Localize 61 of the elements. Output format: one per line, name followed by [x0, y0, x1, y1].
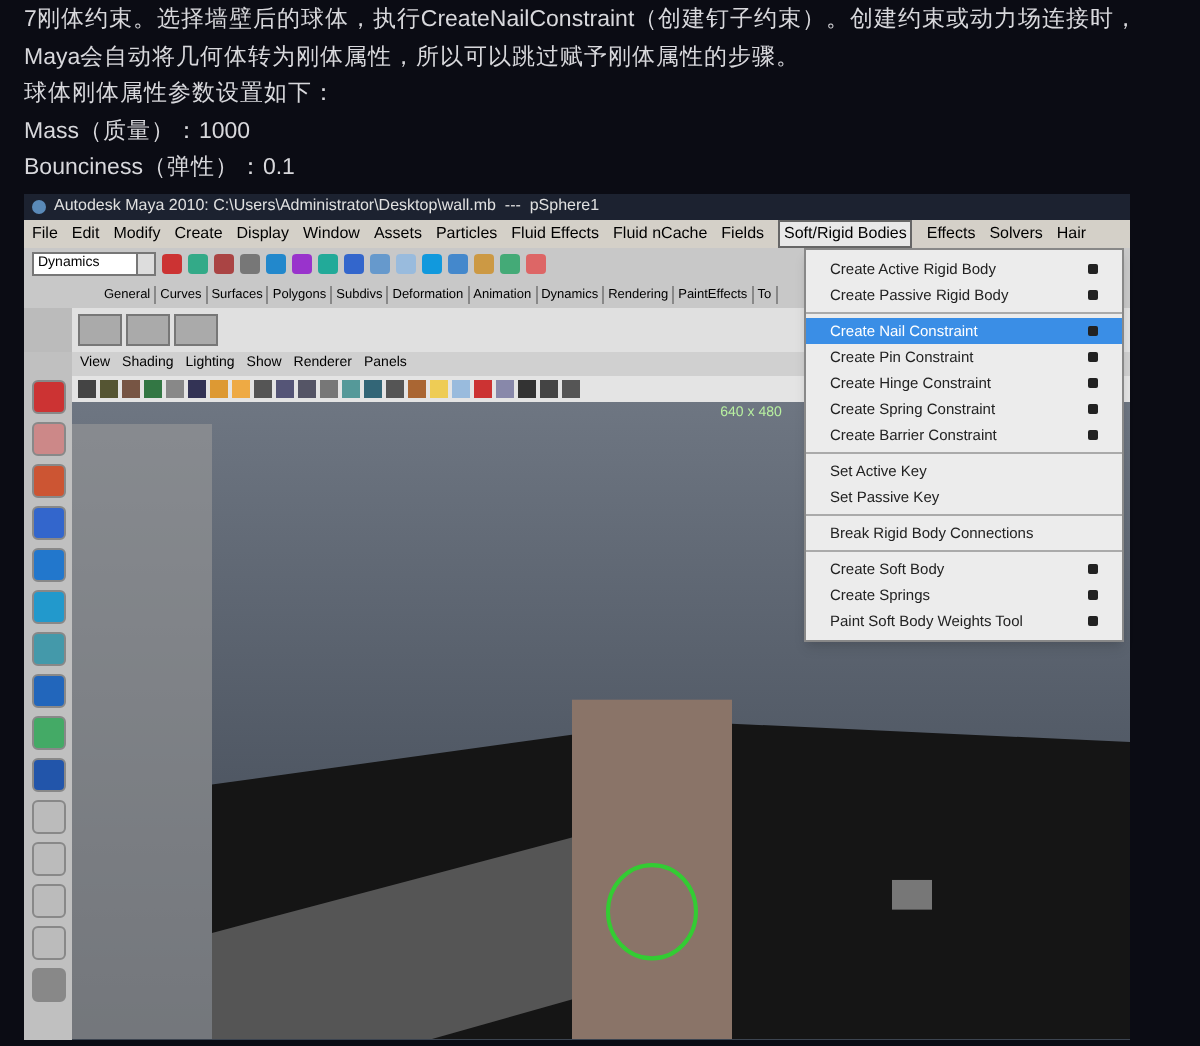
option-box-icon[interactable] — [1088, 429, 1098, 440]
menu-item[interactable]: Effects — [926, 221, 976, 246]
menu-item[interactable]: Modify — [113, 221, 161, 246]
toolbar-icon[interactable] — [214, 254, 234, 275]
toolbar-icon[interactable] — [448, 254, 468, 275]
tool-icon[interactable] — [31, 379, 65, 414]
tool-icon[interactable] — [31, 673, 65, 708]
tool-icon[interactable] — [31, 883, 65, 918]
menu-item[interactable]: Fluid Effects — [511, 221, 600, 246]
menu-item[interactable]: Window — [303, 221, 360, 246]
tool-icon[interactable] — [31, 631, 65, 666]
tool-icon[interactable] — [31, 841, 65, 876]
tool-icon[interactable] — [31, 757, 65, 792]
article-paragraph: Mass（质量）：1000 — [24, 117, 253, 148]
menu-item[interactable]: Soft/Rigid Bodies — [778, 219, 913, 248]
menu-item[interactable]: File — [32, 221, 58, 246]
option-box-icon[interactable] — [1088, 351, 1098, 362]
article-paragraph: 7刚体约束。选择墙壁后的球体，执行CreateNailConstraint（创建钉子约束）。创建约束或动力场连接时，Maya会自动将几何体转为刚体属性，所以可以跳过赋予刚体属性的步骤。 — [24, 4, 1141, 74]
toolbar-icon[interactable] — [344, 254, 364, 275]
option-box-icon[interactable] — [1088, 589, 1098, 600]
toolbar-icon[interactable] — [422, 254, 442, 275]
toolbar-icon[interactable] — [370, 254, 390, 275]
toolbar-icon[interactable] — [500, 254, 520, 275]
article-paragraph: 球体刚体属性参数设置如下： — [24, 79, 338, 111]
option-box-icon[interactable] — [1088, 263, 1098, 274]
tool-icon[interactable] — [31, 715, 65, 750]
shelf-icon[interactable] — [174, 313, 218, 346]
tool-icon[interactable] — [31, 463, 65, 498]
menu-item[interactable]: Assets — [373, 221, 422, 246]
toolbar-icon[interactable] — [188, 254, 208, 275]
article-paragraph: Bounciness（弹性）：0.1 — [24, 153, 297, 185]
tool-icon[interactable] — [31, 547, 65, 582]
tool-icon[interactable] — [31, 925, 65, 960]
tool-icon[interactable] — [31, 967, 65, 1002]
menu-item[interactable]: Fluid nCache — [613, 221, 708, 246]
menu-item[interactable]: Hair — [1056, 221, 1087, 246]
window-title: Autodesk Maya 2010: C:\Users\Administrator\Desktop\wall.mb --- pSphere1 — [54, 194, 600, 219]
option-box-icon[interactable] — [1088, 563, 1098, 574]
tool-icon[interactable] — [31, 505, 65, 540]
app-logo-icon — [32, 199, 46, 214]
shelf-icon[interactable] — [78, 313, 122, 346]
tool-icon[interactable] — [31, 421, 65, 456]
tool-icon[interactable] — [31, 799, 65, 834]
option-box-icon[interactable] — [1088, 403, 1098, 414]
option-box-icon[interactable] — [1088, 377, 1098, 388]
toolbar-icon[interactable] — [162, 254, 182, 275]
menu-item[interactable]: Edit — [71, 221, 100, 246]
toolbar-icon[interactable] — [292, 254, 312, 275]
option-box-icon[interactable] — [1088, 615, 1098, 626]
menu-item[interactable]: Particles — [435, 221, 498, 246]
toolbar-icon[interactable] — [266, 254, 286, 275]
menu-item[interactable]: Create — [174, 221, 223, 246]
menu-item[interactable]: Fields — [721, 221, 765, 246]
tool-icon[interactable] — [31, 589, 65, 624]
menu-item[interactable]: Solvers — [989, 221, 1043, 246]
toolbar-icon[interactable] — [526, 254, 546, 275]
option-box-icon[interactable] — [1088, 289, 1098, 300]
toolbar-icon[interactable] — [318, 254, 338, 275]
toolbar-icon[interactable] — [240, 254, 260, 275]
menu-item[interactable]: Display — [236, 221, 289, 246]
shelf-icon[interactable] — [126, 313, 170, 346]
